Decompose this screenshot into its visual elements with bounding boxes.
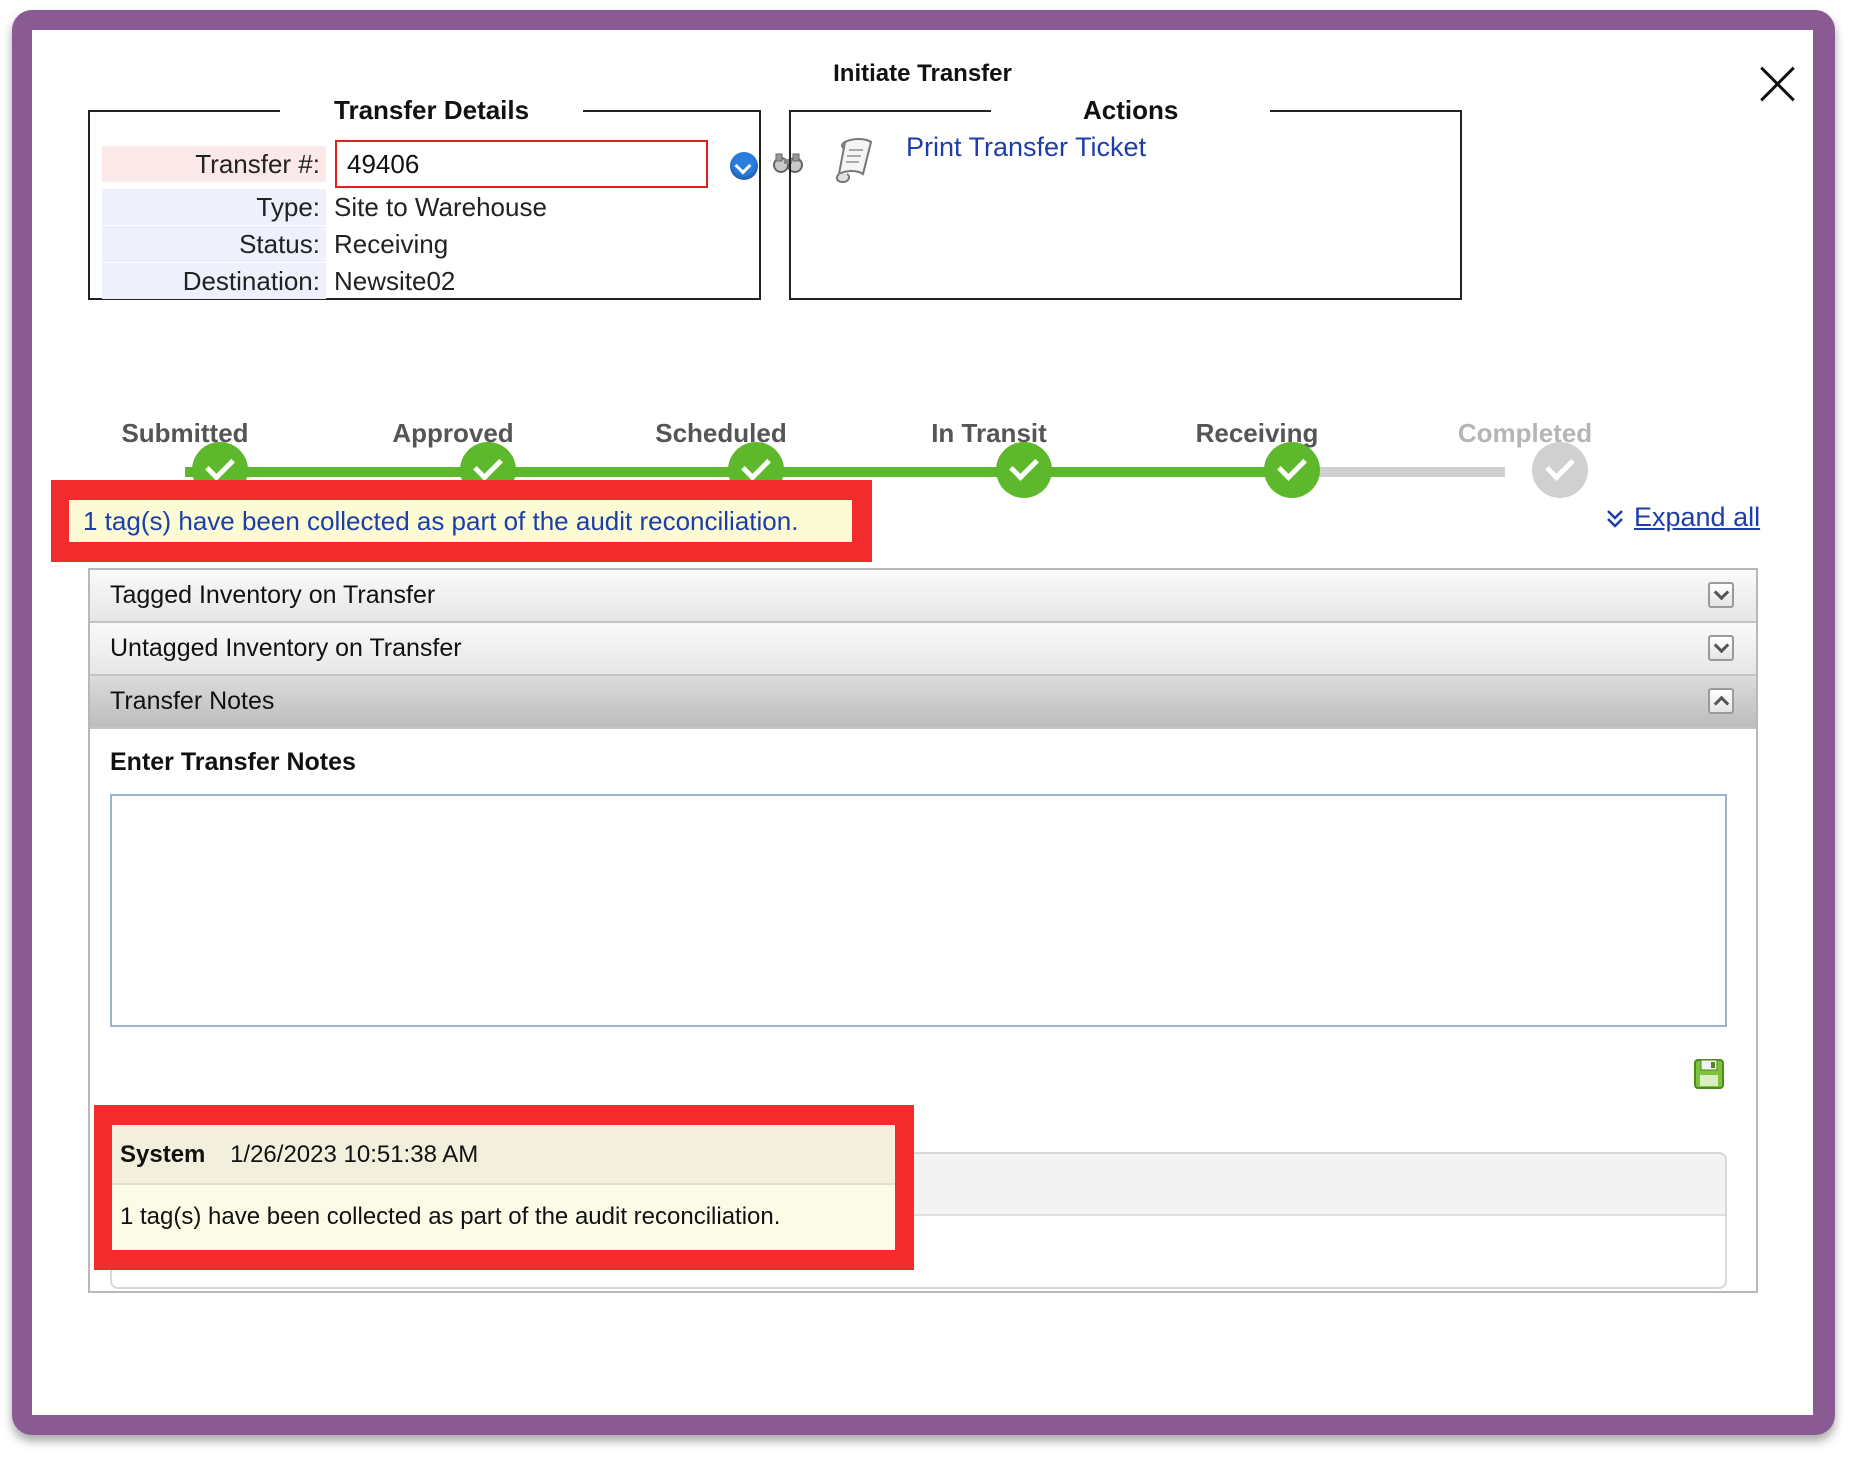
dialog-title: Initiate Transfer — [833, 60, 1012, 87]
note-entry: System 1/26/2023 10:51:38 AM 1 tag(s) ha… — [112, 1125, 895, 1250]
actions-panel: Actions Print Transfer Ticket — [789, 95, 1462, 300]
step-label-in-transit: In Transit — [931, 418, 1047, 448]
status-label: Status: — [102, 226, 326, 262]
transfer-details-panel: Transfer Details Transfer #: Type: Site … — [88, 95, 803, 300]
audit-message: 1 tag(s) have been collected as part of … — [69, 500, 852, 542]
type-value: Site to Warehouse — [334, 192, 547, 222]
section-tagged-inventory[interactable]: Tagged Inventory on Transfer — [90, 570, 1756, 623]
step-label-scheduled: Scheduled — [655, 418, 787, 448]
destination-label: Destination: — [102, 263, 326, 299]
initiate-transfer-dialog: Initiate Transfer Transfer Details Trans… — [32, 30, 1813, 1415]
transfer-number-row: Transfer #: — [102, 146, 326, 182]
transfer-details-legend: Transfer Details — [280, 95, 584, 126]
actions-legend: Actions — [991, 95, 1271, 126]
destination-row: Destination: Newsite02 — [102, 263, 455, 299]
audit-message-highlight: 1 tag(s) have been collected as part of … — [51, 480, 872, 562]
note-entry-meta: System 1/26/2023 10:51:38 AM — [112, 1125, 895, 1185]
transfer-number-input[interactable] — [335, 140, 708, 188]
destination-value: Newsite02 — [334, 266, 456, 296]
step-check-completed-icon — [1532, 442, 1588, 498]
chevron-down-icon[interactable] — [1708, 582, 1734, 608]
section-transfer-notes[interactable]: Transfer Notes — [90, 676, 1756, 729]
type-label: Type: — [102, 189, 326, 225]
section-untagged-inventory[interactable]: Untagged Inventory on Transfer — [90, 623, 1756, 676]
status-value: Receiving — [334, 229, 449, 259]
step-label-approved: Approved — [392, 418, 514, 448]
arrow-down-circle-icon[interactable] — [730, 152, 758, 180]
note-entry-highlight: System 1/26/2023 10:51:38 AM 1 tag(s) ha… — [94, 1105, 914, 1270]
step-label-receiving: Receiving — [1195, 418, 1319, 448]
step-check-in-transit-icon — [996, 442, 1052, 498]
transfer-notes-input[interactable] — [110, 794, 1727, 1027]
expand-all-link[interactable]: Expand all — [1634, 502, 1760, 533]
section-title: Untagged Inventory on Transfer — [110, 634, 462, 662]
close-icon[interactable] — [1757, 64, 1797, 104]
transfer-number-label: Transfer #: — [102, 146, 326, 182]
status-row: Status: Receiving — [102, 226, 448, 262]
chevron-down-icon[interactable] — [1708, 635, 1734, 661]
double-chevron-down-icon[interactable] — [1605, 506, 1625, 532]
type-row: Type: Site to Warehouse — [102, 189, 547, 225]
save-disk-icon[interactable] — [1693, 1058, 1725, 1090]
note-text: 1 tag(s) have been collected as part of … — [120, 1203, 781, 1230]
step-label-completed: Completed — [1457, 418, 1593, 448]
step-label-submitted: Submitted — [121, 418, 249, 448]
chevron-up-icon[interactable] — [1708, 688, 1734, 714]
note-author: System — [120, 1141, 206, 1168]
enter-transfer-notes-label: Enter Transfer Notes — [110, 748, 356, 776]
step-check-receiving-icon — [1264, 442, 1320, 498]
section-title: Transfer Notes — [110, 687, 275, 715]
print-transfer-ticket-link[interactable]: Print Transfer Ticket — [906, 132, 1146, 163]
scroll-document-icon — [835, 138, 873, 184]
note-timestamp: 1/26/2023 10:51:38 AM — [230, 1141, 479, 1168]
section-title: Tagged Inventory on Transfer — [110, 581, 436, 609]
